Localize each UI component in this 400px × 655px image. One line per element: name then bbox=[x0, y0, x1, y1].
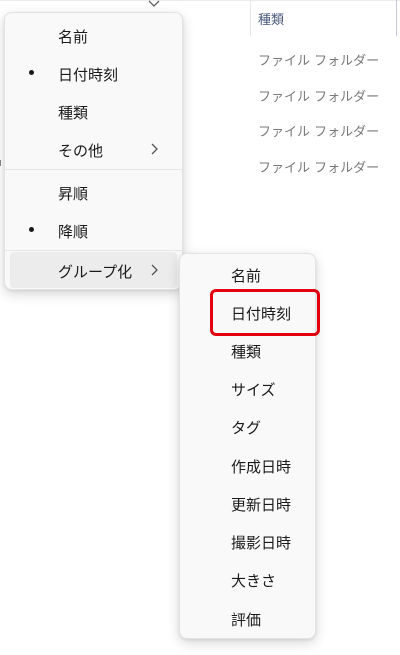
menu-item-label: 作成日時 bbox=[231, 458, 292, 476]
menu-item-label: サイズ bbox=[231, 381, 276, 399]
menu-item-label: 種類 bbox=[231, 343, 262, 361]
chevron-right-icon bbox=[147, 141, 161, 157]
column-header-type[interactable]: 種類 bbox=[258, 9, 284, 28]
list-item-type: ファイル フォルダー bbox=[258, 54, 380, 69]
menu-item-label: 名前 bbox=[231, 267, 262, 285]
header-top-border bbox=[0, 0, 400, 1]
menu-item-label: 種類 bbox=[58, 104, 89, 122]
group-by-type-item[interactable]: 種類 bbox=[185, 332, 310, 368]
sort-more-item[interactable]: その他 bbox=[10, 131, 177, 167]
menu-item-label: 日付時刻 bbox=[58, 66, 119, 84]
menu-separator bbox=[5, 250, 182, 251]
menu-item-label: 昇順 bbox=[58, 185, 89, 203]
group-by-rating-item[interactable]: 評価 bbox=[185, 600, 310, 636]
group-by-size-item[interactable]: サイズ bbox=[185, 370, 310, 406]
menu-item-label: 降順 bbox=[58, 223, 89, 241]
menu-item-label: 名前 bbox=[58, 28, 89, 46]
sort-menu: 名前 日付時刻 種類 その他 昇順 降順 グループ化 bbox=[4, 12, 183, 290]
sort-by-type-item[interactable]: 種類 bbox=[10, 93, 177, 129]
selected-bullet-icon bbox=[29, 227, 34, 232]
menu-separator bbox=[5, 169, 182, 170]
group-by-date-item[interactable]: 日付時刻 bbox=[185, 294, 310, 330]
selected-bullet-icon bbox=[29, 70, 34, 75]
chevron-right-icon bbox=[147, 262, 161, 278]
group-by-created-item[interactable]: 作成日時 bbox=[185, 447, 310, 483]
sort-by-name-item[interactable]: 名前 bbox=[10, 17, 177, 53]
list-item-type: ファイル フォルダー bbox=[258, 90, 380, 105]
group-by-item[interactable]: グループ化 bbox=[10, 252, 177, 288]
group-by-modified-item[interactable]: 更新日時 bbox=[185, 485, 310, 521]
chevron-down-icon[interactable] bbox=[147, 0, 161, 10]
column-divider[interactable] bbox=[250, 0, 251, 36]
header-right-border bbox=[396, 0, 397, 36]
group-by-name-item[interactable]: 名前 bbox=[185, 256, 310, 292]
group-by-dimensions-item[interactable]: 大きさ bbox=[185, 561, 310, 597]
list-item-type: ファイル フォルダー bbox=[258, 161, 380, 176]
group-by-submenu: 名前 日付時刻 種類 サイズ タグ 作成日時 更新日時 撮影日時 大きさ 評価 bbox=[179, 253, 316, 639]
menu-item-label: タグ bbox=[231, 419, 262, 437]
sort-by-date-item[interactable]: 日付時刻 bbox=[10, 55, 177, 91]
list-item-type: ファイル フォルダー bbox=[258, 125, 380, 140]
sort-descending-item[interactable]: 降順 bbox=[10, 212, 177, 248]
menu-item-label: その他 bbox=[58, 142, 104, 160]
group-by-tag-item[interactable]: タグ bbox=[185, 408, 310, 444]
sort-ascending-item[interactable]: 昇順 bbox=[10, 174, 177, 210]
menu-item-label: 日付時刻 bbox=[231, 305, 292, 323]
menu-item-label: グループ化 bbox=[58, 263, 133, 281]
menu-item-label: 大きさ bbox=[231, 572, 277, 590]
group-by-taken-item[interactable]: 撮影日時 bbox=[185, 523, 310, 559]
menu-item-label: 撮影日時 bbox=[231, 534, 292, 552]
menu-item-label: 評価 bbox=[231, 611, 262, 629]
menu-item-label: 更新日時 bbox=[231, 496, 292, 514]
